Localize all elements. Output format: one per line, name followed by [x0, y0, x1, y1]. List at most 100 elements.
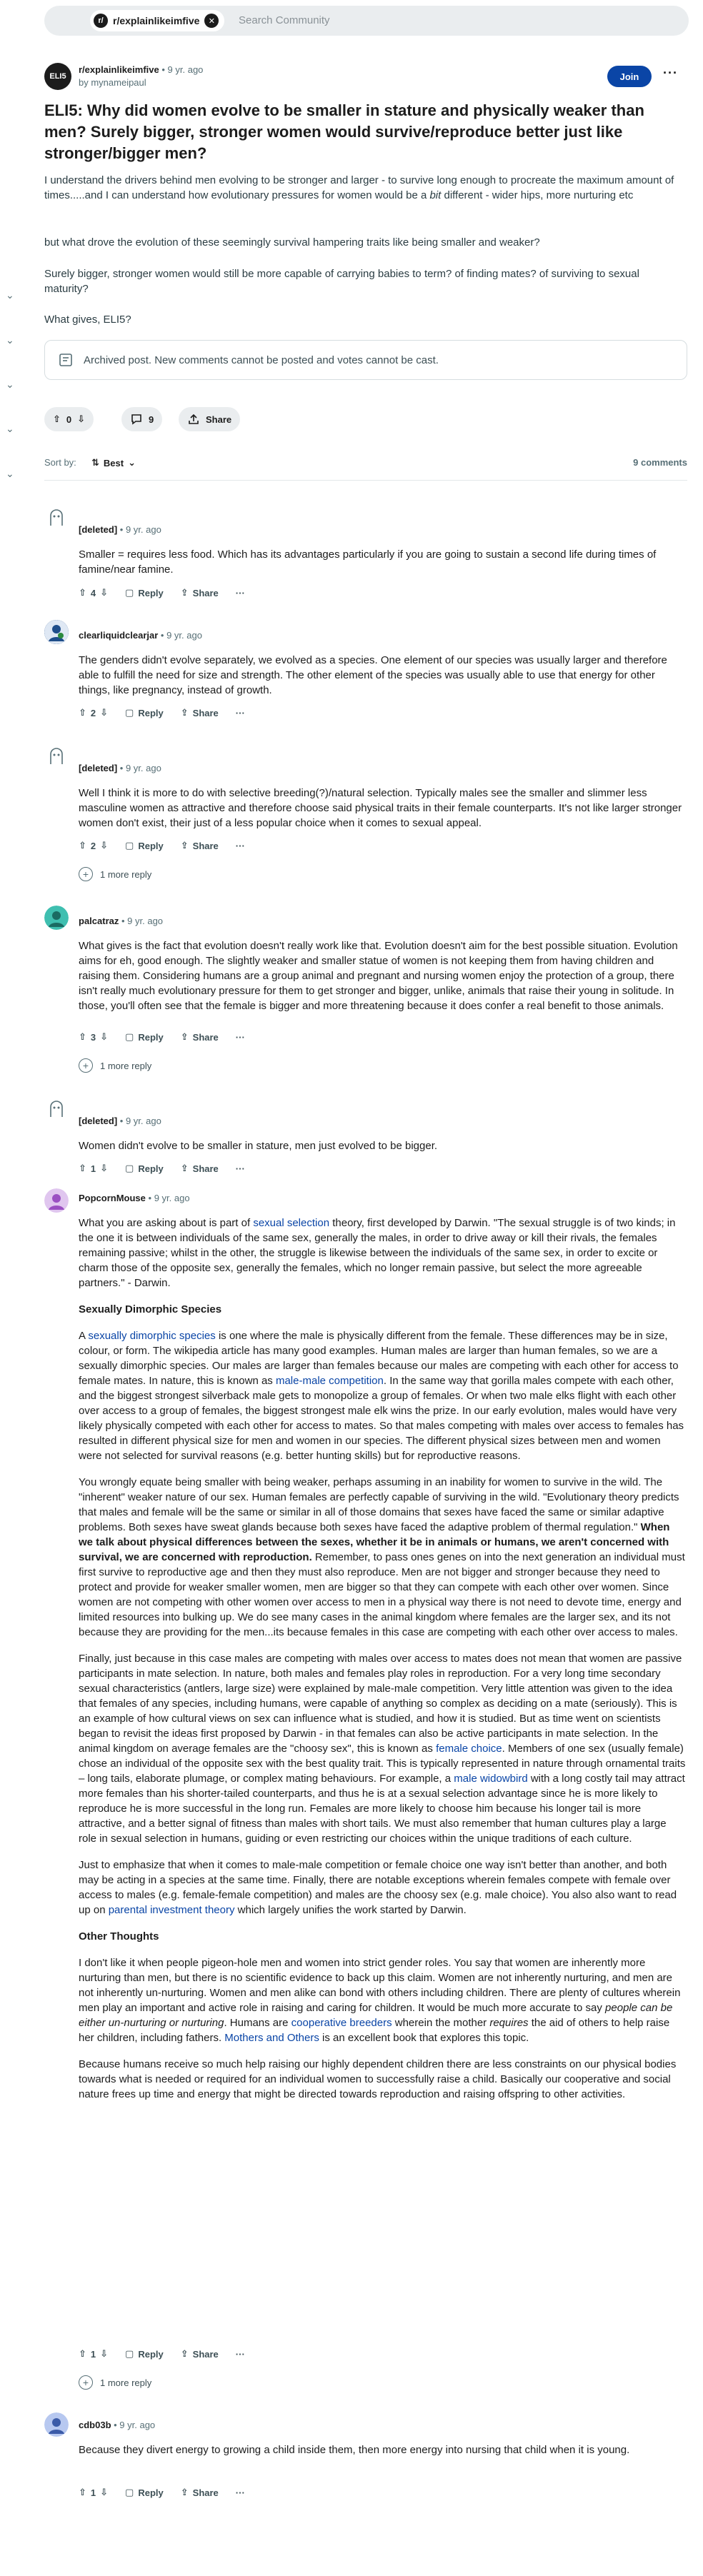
user-avatar[interactable]	[44, 620, 69, 644]
upvote-icon[interactable]: ⇧	[79, 2348, 86, 2360]
downvote-icon[interactable]: ⇩	[100, 2348, 108, 2360]
reply-button[interactable]: ▢ Reply	[125, 707, 164, 718]
deleted-avatar-icon	[44, 506, 69, 530]
chevron-down-icon[interactable]: ⌄	[6, 334, 14, 346]
comment-body: What gives is the fact that evolution do…	[79, 940, 678, 1012]
upvote-icon[interactable]: ⇧	[79, 587, 86, 598]
reply-button[interactable]: ▢ Reply	[125, 2348, 164, 2360]
subreddit-link[interactable]: r/explainlikeimfive	[79, 64, 159, 75]
search-input[interactable]: Search Community	[239, 14, 330, 26]
share-button[interactable]: ⇪ Share	[181, 2348, 219, 2360]
subreddit-avatar[interactable]: ELI5	[44, 63, 71, 90]
upvote-icon[interactable]: ⇧	[53, 414, 61, 425]
user-avatar[interactable]	[44, 906, 69, 930]
post-vote-count: 0	[66, 414, 72, 425]
user-avatar[interactable]	[44, 1188, 69, 1213]
share-icon: ⇪	[180, 1163, 189, 1173]
comment-author[interactable]: [deleted] • 9 yr. ago	[79, 1116, 161, 1126]
sort-dropdown[interactable]: ⇅ Best ⌄	[91, 457, 136, 468]
plus-circle-icon: +	[79, 2375, 93, 2390]
more-icon[interactable]: ···	[236, 588, 245, 598]
comment-author[interactable]: [deleted] • 9 yr. ago	[79, 524, 161, 535]
chevron-down-icon: ⌄	[128, 457, 136, 468]
parental-investment-link[interactable]: parental investment theory	[109, 1904, 235, 1916]
share-button[interactable]: ⇪ Share	[181, 1163, 219, 1174]
female-choice-link[interactable]: female choice	[436, 1743, 502, 1755]
more-replies-button[interactable]: +1 more reply	[79, 2375, 151, 2390]
more-icon[interactable]: ···	[236, 841, 245, 851]
comment-author[interactable]: palcatraz • 9 yr. ago	[79, 916, 163, 926]
chevron-down-icon[interactable]: ⌄	[6, 468, 14, 480]
divider	[44, 480, 687, 481]
more-icon[interactable]: ···	[236, 2349, 245, 2360]
sort-label: Sort by:	[44, 457, 76, 468]
male-male-competition-link[interactable]: male-male competition	[276, 1375, 384, 1387]
downvote-icon[interactable]: ⇩	[100, 2487, 108, 2498]
comment-count: 9 comments	[633, 457, 687, 468]
downvote-icon[interactable]: ⇩	[100, 707, 108, 718]
sexual-selection-link[interactable]: sexual selection	[253, 1217, 329, 1229]
share-button[interactable]: ⇪ Share	[181, 587, 219, 598]
comment-actions: ⇧ 3 ⇩ ▢ Reply ⇪ Share ···	[79, 1031, 245, 1043]
downvote-icon[interactable]: ⇩	[100, 840, 108, 851]
comment-body: Women didn't evolve to be smaller in sta…	[79, 1140, 438, 1152]
share-button[interactable]: ⇪ Share	[181, 840, 219, 851]
downvote-icon[interactable]: ⇩	[77, 414, 85, 425]
comment-author[interactable]: clearliquidclearjar • 9 yr. ago	[79, 630, 202, 641]
subreddit-chip-label: r/explainlikeimfive	[113, 15, 200, 26]
downvote-icon[interactable]: ⇩	[100, 1163, 108, 1174]
user-avatar[interactable]	[44, 2412, 69, 2437]
search-bar[interactable]: r/ r/explainlikeimfive ✕ Search Communit…	[44, 6, 689, 36]
comment-body: What you are asking about is part of sex…	[79, 1216, 686, 2113]
more-replies-button[interactable]: +1 more reply	[79, 867, 151, 881]
comment-author[interactable]: PopcornMouse • 9 yr. ago	[79, 1193, 190, 1203]
post-comments-button[interactable]: 9	[121, 407, 163, 431]
male-widowbird-link[interactable]: male widowbird	[454, 1773, 527, 1785]
chevron-down-icon[interactable]: ⌄	[6, 423, 14, 435]
reply-button[interactable]: ▢ Reply	[125, 840, 164, 851]
reply-button[interactable]: ▢ Reply	[125, 1163, 164, 1174]
reply-button[interactable]: ▢ Reply	[125, 587, 164, 598]
comment-actions: ⇧ 2 ⇩ ▢ Reply ⇪ Share ···	[79, 707, 245, 718]
subreddit-filter-chip[interactable]: r/ r/explainlikeimfive ✕	[90, 10, 225, 31]
join-button[interactable]: Join	[607, 66, 652, 87]
comment-icon: ▢	[125, 707, 134, 718]
comment-icon	[130, 413, 143, 426]
upvote-icon[interactable]: ⇧	[79, 1163, 86, 1174]
share-icon: ⇪	[180, 2348, 189, 2359]
downvote-icon[interactable]: ⇩	[100, 587, 108, 598]
sexually-dimorphic-species-link[interactable]: sexually dimorphic species	[88, 1330, 215, 1342]
share-button[interactable]: ⇪ Share	[181, 2487, 219, 2498]
mothers-and-others-link[interactable]: Mothers and Others	[224, 2032, 319, 2044]
archived-notice: Archived post. New comments cannot be po…	[44, 340, 687, 380]
upvote-icon[interactable]: ⇧	[79, 2487, 86, 2498]
share-button[interactable]: ⇪ Share	[181, 1031, 219, 1043]
chevron-down-icon[interactable]: ⌄	[6, 379, 14, 391]
sort-value: Best	[103, 457, 124, 468]
share-button[interactable]: ⇪ Share	[181, 707, 219, 718]
comment-actions: ⇧ 1 ⇩ ▢ Reply ⇪ Share ···	[79, 2487, 245, 2498]
cooperative-breeders-link[interactable]: cooperative breeders	[291, 2017, 392, 2029]
close-icon[interactable]: ✕	[204, 14, 219, 28]
more-replies-button[interactable]: +1 more reply	[79, 1058, 151, 1073]
upvote-icon[interactable]: ⇧	[79, 1031, 86, 1043]
more-icon[interactable]: ···	[236, 1163, 245, 1174]
chevron-down-icon[interactable]: ⌄	[6, 289, 14, 301]
share-icon: ⇪	[180, 1031, 189, 1042]
reply-button[interactable]: ▢ Reply	[125, 2487, 164, 2498]
more-icon[interactable]: ···	[663, 66, 678, 81]
comment-icon: ▢	[125, 1163, 134, 1173]
post-share-button[interactable]: Share	[179, 407, 241, 431]
upvote-icon[interactable]: ⇧	[79, 707, 86, 718]
more-icon[interactable]: ···	[236, 1032, 245, 1043]
more-icon[interactable]: ···	[236, 708, 245, 718]
more-icon[interactable]: ···	[236, 2487, 245, 2498]
upvote-icon[interactable]: ⇧	[79, 840, 86, 851]
sort-icon: ⇅	[91, 457, 99, 468]
comment-author[interactable]: [deleted] • 9 yr. ago	[79, 763, 161, 773]
reply-button[interactable]: ▢ Reply	[125, 1031, 164, 1043]
downvote-icon[interactable]: ⇩	[100, 1031, 108, 1043]
comment-author[interactable]: cdb03b • 9 yr. ago	[79, 2420, 155, 2430]
share-icon: ⇪	[180, 707, 189, 718]
post-author[interactable]: by mynameipaul	[79, 77, 146, 88]
